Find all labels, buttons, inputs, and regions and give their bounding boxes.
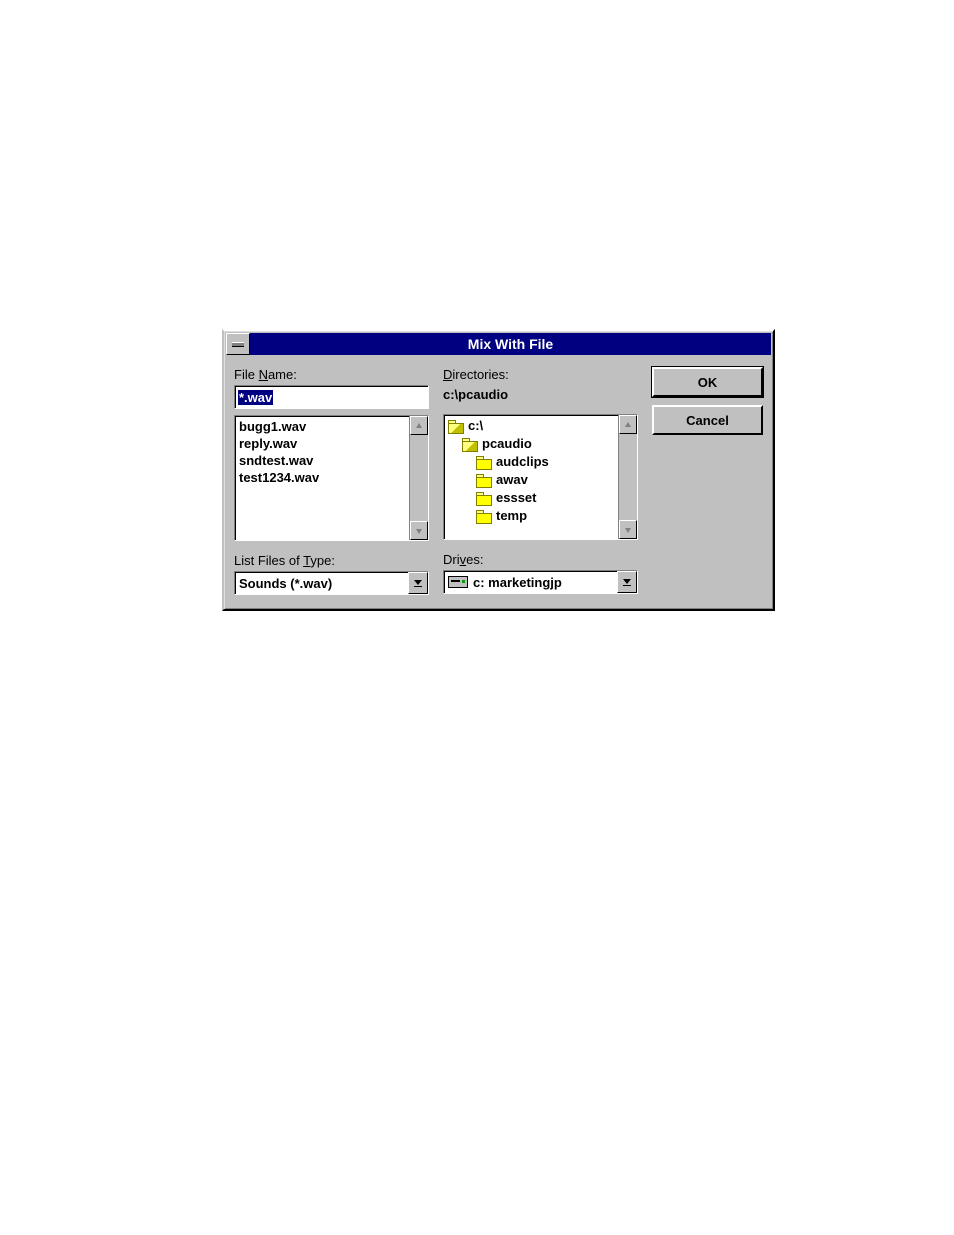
drive-icon	[448, 576, 468, 588]
drives-value: c: marketingjp	[444, 571, 617, 593]
drives-combo[interactable]: c: marketingjp	[443, 570, 638, 594]
dialog-title: Mix With File	[250, 333, 771, 355]
arrow-down-icon	[624, 526, 632, 534]
list-item[interactable]: reply.wav	[239, 435, 405, 452]
scroll-down-button[interactable]	[619, 520, 637, 539]
right-column: OK Cancel	[652, 367, 763, 595]
list-item[interactable]: sndtest.wav	[239, 452, 405, 469]
chevron-down-icon	[413, 578, 423, 588]
folder-icon	[476, 510, 492, 523]
filetype-dropdown-button[interactable]	[408, 572, 428, 594]
arrow-up-icon	[624, 421, 632, 429]
file-list-items: bugg1.wav reply.wav sndtest.wav test1234…	[235, 416, 409, 540]
titlebar: Mix With File	[226, 333, 771, 355]
directory-item[interactable]: audclips	[448, 453, 614, 471]
file-open-dialog: Mix With File File Name: *.wav bugg1.wav…	[222, 329, 775, 611]
directory-item-current[interactable]: pcaudio	[448, 435, 614, 453]
current-path: c:\pcaudio	[443, 387, 638, 402]
filetype-combo[interactable]: Sounds (*.wav)	[234, 571, 429, 595]
folder-open-icon	[462, 438, 478, 451]
directory-scrollbar[interactable]	[618, 415, 637, 539]
folder-icon	[476, 492, 492, 505]
scroll-up-button[interactable]	[410, 416, 428, 435]
left-column: File Name: *.wav bugg1.wav reply.wav snd…	[234, 367, 429, 595]
folder-open-icon	[448, 420, 464, 433]
ok-button[interactable]: OK	[652, 367, 763, 397]
folder-icon	[476, 456, 492, 469]
file-list-scrollbar[interactable]	[409, 416, 428, 540]
drives-label: Drives:	[443, 552, 638, 567]
filetype-label: List Files of Type:	[234, 553, 429, 568]
middle-column: Directories: c:\pcaudio c:\ pcaudio audc	[443, 367, 638, 595]
system-menu-button[interactable]	[226, 333, 250, 355]
scroll-track[interactable]	[619, 434, 637, 520]
directory-item[interactable]: temp	[448, 507, 614, 525]
directory-list-items: c:\ pcaudio audclips awav	[444, 415, 618, 539]
directory-listbox[interactable]: c:\ pcaudio audclips awav	[443, 414, 638, 540]
directory-item-root[interactable]: c:\	[448, 417, 614, 435]
scroll-up-button[interactable]	[619, 415, 637, 434]
scroll-down-button[interactable]	[410, 521, 428, 540]
directory-item[interactable]: essset	[448, 489, 614, 507]
scroll-track[interactable]	[410, 435, 428, 521]
filename-label: File Name:	[234, 367, 429, 382]
folder-icon	[476, 474, 492, 487]
directory-item[interactable]: awav	[448, 471, 614, 489]
list-item[interactable]: bugg1.wav	[239, 418, 405, 435]
file-listbox[interactable]: bugg1.wav reply.wav sndtest.wav test1234…	[234, 415, 429, 541]
filename-input[interactable]: *.wav	[234, 385, 429, 409]
filename-value: *.wav	[238, 390, 273, 405]
filetype-value: Sounds (*.wav)	[235, 572, 408, 594]
directories-label: Directories:	[443, 367, 638, 382]
chevron-down-icon	[622, 577, 632, 587]
list-item[interactable]: test1234.wav	[239, 469, 405, 486]
cancel-button[interactable]: Cancel	[652, 405, 763, 435]
arrow-down-icon	[415, 527, 423, 535]
arrow-up-icon	[415, 422, 423, 430]
dialog-body: File Name: *.wav bugg1.wav reply.wav snd…	[224, 357, 773, 609]
system-menu-icon	[232, 342, 244, 347]
drives-dropdown-button[interactable]	[617, 571, 637, 593]
